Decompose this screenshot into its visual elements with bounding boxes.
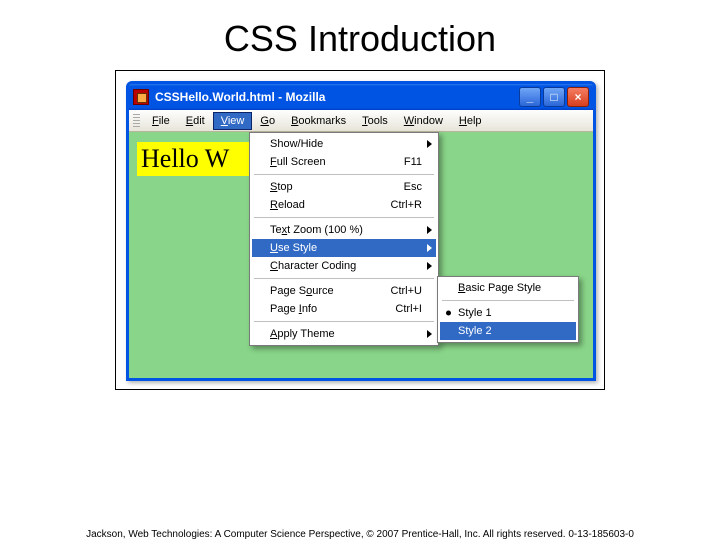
menu-edit[interactable]: Edit xyxy=(178,112,213,130)
style-1[interactable]: Style 1 xyxy=(440,304,576,322)
menu-separator xyxy=(254,174,434,175)
label: Page Source xyxy=(270,285,391,297)
menu-help[interactable]: Help xyxy=(451,112,490,130)
label: Show/Hide xyxy=(270,138,422,150)
accelerator: Ctrl+R xyxy=(391,199,422,211)
app-icon xyxy=(133,89,149,105)
submenu-arrow-icon xyxy=(427,140,432,148)
menu-separator xyxy=(254,278,434,279)
maximize-button[interactable]: □ xyxy=(543,87,565,107)
view-dropdown: Show/Hide Full Screen F11 Stop Esc Reloa… xyxy=(249,132,439,346)
style-2[interactable]: Style 2 xyxy=(440,322,576,340)
submenu-arrow-icon xyxy=(427,244,432,252)
close-button[interactable]: × xyxy=(567,87,589,107)
label: Style 1 xyxy=(458,307,562,319)
menu-reload[interactable]: Reload Ctrl+R xyxy=(252,196,436,214)
accelerator: Ctrl+I xyxy=(395,303,422,315)
label: Character Coding xyxy=(270,260,422,272)
accelerator: Ctrl+U xyxy=(391,285,422,297)
label: Stop xyxy=(270,181,404,193)
label: Use Style xyxy=(270,242,422,254)
slide-footnote: Jackson, Web Technologies: A Computer Sc… xyxy=(0,529,720,540)
selected-dot-icon xyxy=(446,311,451,316)
menu-separator xyxy=(254,321,434,322)
menu-text-zoom[interactable]: Text Zoom (100 %) xyxy=(252,221,436,239)
menu-file[interactable]: File xyxy=(144,112,178,130)
label: Apply Theme xyxy=(270,328,422,340)
menu-separator xyxy=(254,217,434,218)
submenu-arrow-icon xyxy=(427,330,432,338)
menu-use-style[interactable]: Use Style xyxy=(252,239,436,257)
menu-page-source[interactable]: Page Source Ctrl+U xyxy=(252,282,436,300)
screenshot-frame: CSSHello.World.html - Mozilla _ □ × File… xyxy=(115,70,605,390)
menu-full-screen[interactable]: Full Screen F11 xyxy=(252,153,436,171)
label: Basic Page Style xyxy=(458,282,571,294)
label: Text Zoom (100 %) xyxy=(270,224,422,236)
menu-window[interactable]: Window xyxy=(396,112,451,130)
menu-show-hide[interactable]: Show/Hide xyxy=(252,135,436,153)
menu-page-info[interactable]: Page Info Ctrl+I xyxy=(252,300,436,318)
menu-tools[interactable]: Tools xyxy=(354,112,396,130)
accelerator: Esc xyxy=(404,181,422,193)
label: Full Screen xyxy=(270,156,404,168)
accelerator: F11 xyxy=(404,156,422,168)
label: Reload xyxy=(270,199,391,211)
menu-apply-theme[interactable]: Apply Theme xyxy=(252,325,436,343)
menu-stop[interactable]: Stop Esc xyxy=(252,178,436,196)
label: Page Info xyxy=(270,303,395,315)
menu-view[interactable]: View xyxy=(213,112,253,130)
minimize-button[interactable]: _ xyxy=(519,87,541,107)
slide-title: CSS Introduction xyxy=(0,18,720,60)
menubar-grip-icon xyxy=(133,114,140,128)
submenu-arrow-icon xyxy=(427,262,432,270)
browser-window: CSSHello.World.html - Mozilla _ □ × File… xyxy=(126,81,596,381)
menubar: File Edit View Go Bookmarks Tools Window… xyxy=(129,110,593,132)
window-title: CSSHello.World.html - Mozilla xyxy=(155,90,519,104)
titlebar[interactable]: CSSHello.World.html - Mozilla _ □ × xyxy=(129,84,593,110)
menu-go[interactable]: Go xyxy=(252,112,283,130)
use-style-submenu: Basic Page Style Style 1 Style 2 xyxy=(437,276,579,343)
submenu-arrow-icon xyxy=(427,226,432,234)
style-basic[interactable]: Basic Page Style xyxy=(440,279,576,297)
menu-bookmarks[interactable]: Bookmarks xyxy=(283,112,354,130)
menu-character-coding[interactable]: Character Coding xyxy=(252,257,436,275)
label: Style 2 xyxy=(458,325,562,337)
menu-separator xyxy=(442,300,574,301)
